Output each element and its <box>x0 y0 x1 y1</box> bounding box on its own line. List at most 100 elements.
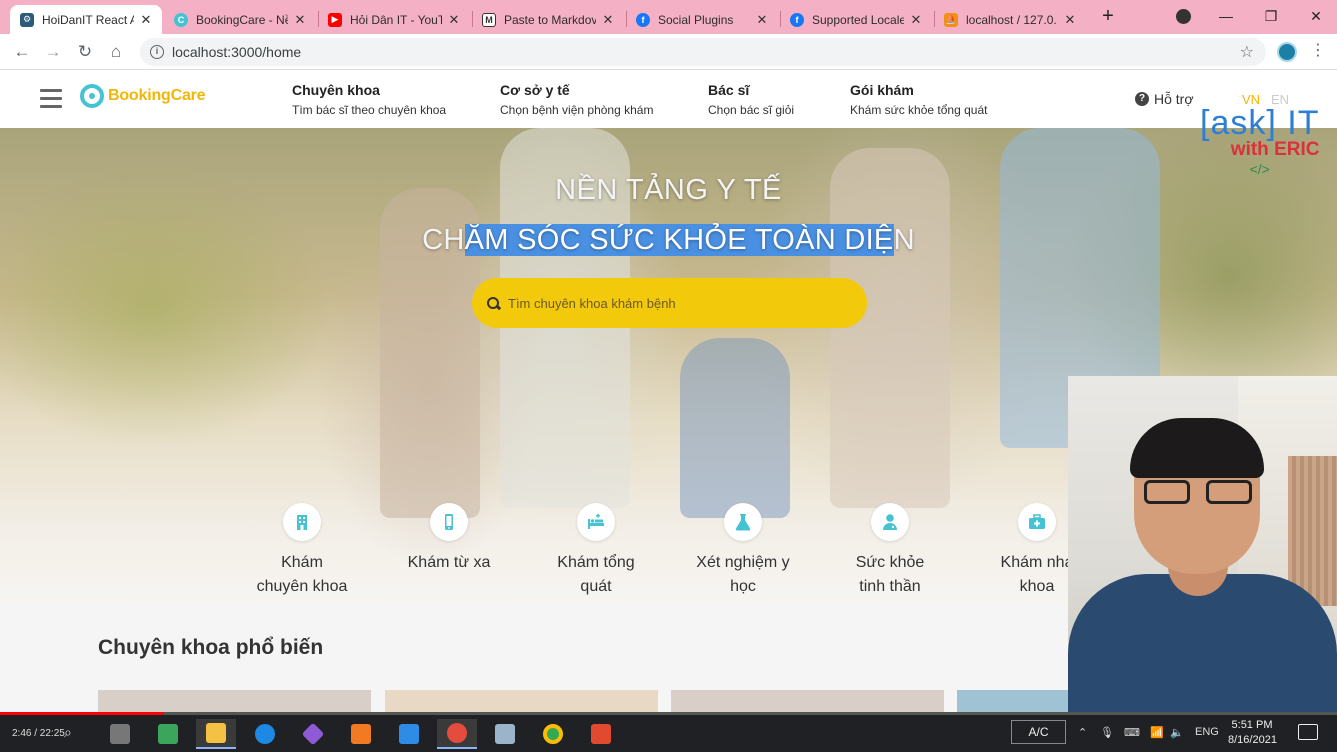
microphone-icon[interactable]: 🎙 <box>1100 726 1114 739</box>
nav-item-title: Cơ sở y tế <box>500 82 570 98</box>
search-icon <box>487 296 500 310</box>
task-view-icon[interactable] <box>100 719 140 749</box>
restore-button[interactable]: ❐ <box>1249 4 1293 28</box>
specialty-card[interactable] <box>957 690 1068 712</box>
new-tab-button[interactable]: + <box>1097 5 1119 27</box>
nav-item-subtitle: Chọn bác sĩ giỏi <box>708 103 795 117</box>
flask-icon <box>724 503 762 541</box>
app-red-icon[interactable] <box>581 719 621 749</box>
selected-text-highlight: ĂM SÓC SỨC KHỎE TOÀN DIỆ <box>464 224 894 256</box>
notepad-icon[interactable] <box>485 719 525 749</box>
tab-close-icon[interactable]: ✕ <box>908 12 924 28</box>
site-info-icon[interactable]: i <box>150 45 164 59</box>
question-circle-icon: ? <box>1135 92 1149 106</box>
nav-item-co-so-y-te[interactable]: Cơ sở y tế Chọn bệnh viện phòng khám <box>500 82 653 117</box>
system-clock[interactable]: 5:51 PM 8/16/2021 <box>1228 718 1277 748</box>
specialty-card[interactable] <box>671 690 944 712</box>
youtube-favicon-icon: ▶ <box>328 12 342 27</box>
tab-title: Hỏi Dân IT - YouT <box>350 12 442 27</box>
search-box <box>472 278 867 328</box>
chrome-active-icon[interactable] <box>437 719 477 749</box>
browser-tab-3[interactable]: M Paste to Markdov ✕ <box>472 5 624 34</box>
nav-item-goi-kham[interactable]: Gói khám Khám sức khỏe tổng quát <box>850 82 987 117</box>
tab-close-icon[interactable]: ✕ <box>292 12 308 28</box>
menu-kebab-icon[interactable]: ⋮ <box>1310 40 1326 60</box>
vscode-icon[interactable] <box>389 719 429 749</box>
tab-close-icon[interactable]: ✕ <box>446 12 462 28</box>
back-arrow-icon[interactable]: ← <box>10 40 34 64</box>
tab-title: Supported Locale <box>812 12 904 27</box>
option-kham-chuyen-khoa[interactable]: Khám chuyên khoa <box>242 503 362 599</box>
nav-item-title: Chuyên khoa <box>292 82 380 98</box>
specialty-card[interactable] <box>98 690 371 712</box>
nav-item-subtitle: Khám sức khỏe tổng quát <box>850 103 988 117</box>
app-green-icon[interactable] <box>148 719 188 749</box>
chrome-icon[interactable] <box>533 719 573 749</box>
tab-close-icon[interactable]: ✕ <box>1062 12 1078 28</box>
specialty-card[interactable] <box>385 690 658 712</box>
bookingcare-logo[interactable]: BookingCare <box>80 84 206 108</box>
option-label-line2: quát <box>580 578 612 595</box>
tab-close-icon[interactable]: ✕ <box>754 12 770 28</box>
keyboard-icon[interactable]: ⌨ <box>1124 726 1140 739</box>
address-bar[interactable]: i localhost:3000/home ☆ <box>140 38 1266 66</box>
tab-close-icon[interactable]: ✕ <box>138 12 154 28</box>
browser-tab-2[interactable]: ▶ Hỏi Dân IT - YouT ✕ <box>318 5 470 34</box>
tab-title: HoiDanIT React A <box>42 12 134 27</box>
facebook-favicon-icon: f <box>636 12 650 27</box>
tab-search-icon[interactable] <box>1176 9 1191 24</box>
option-suc-khoe-tinh-than[interactable]: Sức khỏe tinh thần <box>830 503 950 599</box>
nav-item-chuyen-khoa[interactable]: Chuyên khoa Tìm bác sĩ theo chuyên khoa <box>292 82 446 117</box>
tab-title: localhost / 127.0. <box>966 12 1057 27</box>
home-icon[interactable]: ⌂ <box>104 40 128 64</box>
logo-text: BookingCare <box>108 87 206 104</box>
ac-indicator[interactable]: A/C <box>1011 720 1066 744</box>
url-text: localhost:3000/home <box>172 44 302 60</box>
tab-title: Paste to Markdov <box>504 12 596 27</box>
hero-title-suffix: N <box>893 224 915 256</box>
nav-item-bac-si[interactable]: Bác sĩ Chọn bác sĩ giỏi <box>708 82 794 117</box>
browser-tab-5[interactable]: f Supported Locale ✕ <box>780 5 932 34</box>
clock-date: 8/16/2021 <box>1228 734 1277 746</box>
wifi-icon[interactable]: 📶 <box>1150 726 1164 739</box>
option-kham-tong-quat[interactable]: Khám tổng quát <box>536 503 656 599</box>
git-app-icon[interactable] <box>293 719 333 749</box>
profile-avatar[interactable] <box>1277 42 1297 62</box>
browser-tab-1[interactable]: C BookingCare - Nề ✕ <box>164 5 316 34</box>
search-input[interactable] <box>508 295 838 311</box>
tab-title: Social Plugins <box>658 12 734 27</box>
phpmyadmin-favicon-icon: ⛵ <box>944 12 958 27</box>
search-icon[interactable]: ⌕ <box>64 724 72 741</box>
browser-tab-4[interactable]: f Social Plugins ✕ <box>626 5 778 34</box>
skype-icon[interactable] <box>245 719 285 749</box>
tray-chevron-icon[interactable]: ⌃ <box>1078 726 1087 739</box>
option-kham-tu-xa[interactable]: Khám từ xa <box>389 503 509 575</box>
volume-icon[interactable]: 🔈 <box>1170 726 1184 739</box>
notification-icon[interactable] <box>1298 724 1318 740</box>
option-label-line1: Khám nha <box>1000 554 1074 571</box>
option-xet-nghiem[interactable]: Xét nghiệm y học <box>683 503 803 599</box>
browser-tab-6[interactable]: ⛵ localhost / 127.0. ✕ <box>934 5 1086 34</box>
forward-arrow-icon[interactable]: → <box>41 40 65 64</box>
minimize-button[interactable]: — <box>1204 4 1248 28</box>
hero-title-line2: CHĂM SÓC SỨC KHỎE TOÀN DIỆN <box>0 224 1337 257</box>
reload-icon[interactable]: ↻ <box>73 40 97 64</box>
bookmark-star-icon[interactable]: ☆ <box>1240 42 1254 62</box>
xampp-icon[interactable] <box>341 719 381 749</box>
option-label: Sức khỏe tinh thần <box>830 551 950 599</box>
tab-close-icon[interactable]: ✕ <box>600 12 616 28</box>
file-explorer-icon[interactable] <box>196 719 236 749</box>
support-label: Hỗ trợ <box>1154 91 1194 107</box>
hamburger-menu-icon[interactable] <box>40 89 62 108</box>
option-label-line1: Khám <box>281 554 323 571</box>
support-link[interactable]: ? Hỗ trợ <box>1135 91 1194 107</box>
input-language[interactable]: ENG <box>1195 726 1219 738</box>
close-window-button[interactable]: ✕ <box>1294 4 1337 28</box>
browser-tab-0[interactable]: ⚙ HoiDanIT React A ✕ <box>10 5 162 34</box>
browser-toolbar: ← → ↻ ⌂ i localhost:3000/home ☆ ⋮ <box>0 34 1337 70</box>
video-time: 2:46 / 22:25 <box>12 728 65 739</box>
clock-time: 5:51 PM <box>1231 719 1273 731</box>
nav-item-subtitle: Tìm bác sĩ theo chuyên khoa <box>292 103 447 117</box>
tab-title: BookingCare - Nề <box>196 12 288 27</box>
briefcase-medical-icon <box>1018 503 1056 541</box>
